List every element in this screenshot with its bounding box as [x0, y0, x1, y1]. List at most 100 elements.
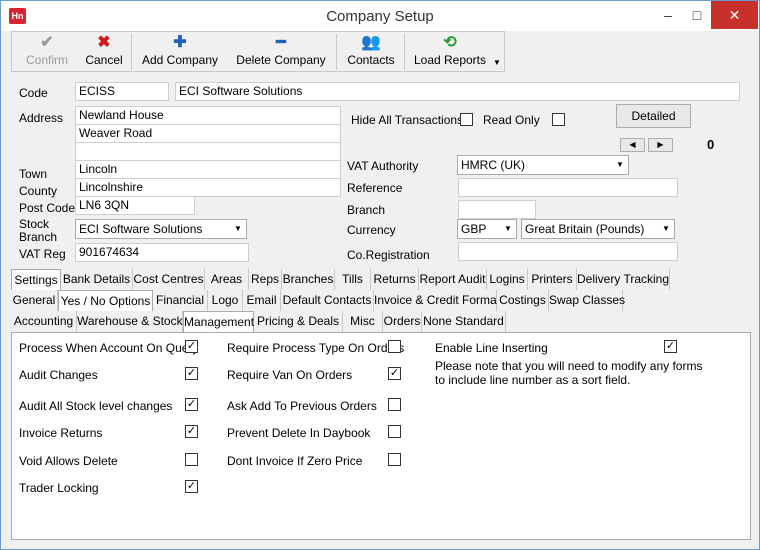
- toolbar-separator: [336, 34, 337, 70]
- tab-yes-no-options[interactable]: Yes / No Options: [58, 290, 153, 311]
- currency-name-select[interactable]: Great Britain (Pounds) ▼: [521, 219, 675, 239]
- option-label: Prevent Delete In Daybook: [227, 426, 371, 440]
- tab-misc[interactable]: Misc: [343, 311, 383, 332]
- chevron-down-icon: ▼: [504, 224, 512, 233]
- toolbar: ✔ Confirm ✖ Cancel ✚ Add Company ━ Delet…: [11, 31, 505, 72]
- hide-all-transactions-checkbox[interactable]: [460, 113, 473, 126]
- county-field[interactable]: Lincolnshire: [75, 178, 341, 197]
- tab-email[interactable]: Email: [243, 290, 281, 311]
- company-name-field[interactable]: ECI Software Solutions: [175, 82, 740, 101]
- load-reports-button[interactable]: ⟲ Load Reports: [408, 32, 492, 71]
- tab-costings[interactable]: Costings: [497, 290, 549, 311]
- tabs-row2: General Yes / No Options Financial Logo Emai…: [11, 290, 751, 311]
- record-counter: 0: [707, 137, 715, 152]
- tab-general[interactable]: General: [11, 290, 58, 311]
- tab-pricing-deals[interactable]: Pricing & Deals: [254, 311, 343, 332]
- tab-accounting[interactable]: Accounting: [11, 311, 77, 332]
- chevron-down-icon: ▼: [662, 224, 670, 233]
- tabs-row3: Accounting Warehouse & Stock Management Pri…: [11, 311, 751, 332]
- tab-tills[interactable]: Tills: [335, 269, 371, 290]
- confirm-button[interactable]: ✔ Confirm: [16, 32, 78, 71]
- tab-delivery-tracking[interactable]: Delivery Tracking: [577, 269, 670, 290]
- read-only-checkbox[interactable]: [552, 113, 565, 126]
- tab-bank-details[interactable]: Bank Details: [61, 269, 133, 290]
- option-label: Require Process Type On Orders: [227, 341, 405, 355]
- option-label: Invoice Returns: [19, 426, 103, 440]
- option-checkbox[interactable]: ✓: [185, 398, 198, 411]
- check-icon: ✔: [40, 34, 54, 51]
- delete-company-button[interactable]: ━ Delete Company: [228, 32, 334, 71]
- tab-report-audit[interactable]: Report Audit: [419, 269, 487, 290]
- reference-field[interactable]: [458, 178, 678, 197]
- option-label: Audit Changes: [19, 368, 98, 382]
- tab-invoice-credit-formats[interactable]: Invoice & Credit Formats: [374, 290, 506, 311]
- currency-label: Currency: [347, 223, 396, 237]
- x-icon: ✖: [97, 34, 111, 51]
- tab-financial[interactable]: Financial: [153, 290, 208, 311]
- tab-logins[interactable]: Logins: [487, 269, 528, 290]
- option-checkbox[interactable]: [388, 425, 401, 438]
- tab-returns[interactable]: Returns: [371, 269, 419, 290]
- read-only-label: Read Only: [483, 113, 540, 127]
- tab-cost-centres[interactable]: Cost Centres: [133, 269, 205, 290]
- tab-reps[interactable]: Reps: [249, 269, 282, 290]
- address-line1-field[interactable]: Newland House: [75, 106, 341, 125]
- vat-authority-select[interactable]: HMRC (UK) ▼: [457, 155, 629, 175]
- stock-branch-select[interactable]: ECI Software Solutions ▼: [75, 219, 247, 239]
- contacts-button[interactable]: 👥 Contacts: [340, 32, 402, 71]
- next-arrow-button[interactable]: ▶: [648, 138, 673, 152]
- option-checkbox[interactable]: [388, 453, 401, 466]
- county-label: County: [19, 184, 58, 198]
- prev-arrow-button[interactable]: ◀: [620, 138, 645, 152]
- option-checkbox[interactable]: [388, 398, 401, 411]
- option-checkbox[interactable]: ✓: [185, 480, 198, 493]
- tab-branches[interactable]: Branches: [282, 269, 335, 290]
- tab-logo[interactable]: Logo: [208, 290, 243, 311]
- close-button[interactable]: ✕: [711, 1, 758, 29]
- option-checkbox[interactable]: [185, 453, 198, 466]
- address-label: Address: [19, 111, 64, 125]
- option-checkbox[interactable]: [388, 340, 401, 353]
- town-label: Town: [19, 167, 48, 181]
- postcode-field[interactable]: LN6 3QN: [75, 196, 195, 215]
- tab-default-contacts[interactable]: Default Contacts: [281, 290, 374, 311]
- option-checkbox[interactable]: ✓: [388, 367, 401, 380]
- option-label: Ask Add To Previous Orders: [227, 399, 377, 413]
- tab-warehouse-stock[interactable]: Warehouse & Stock: [77, 311, 183, 332]
- option-label: Process When Account On Query: [19, 341, 199, 355]
- coreg-field[interactable]: [458, 242, 678, 261]
- cancel-button[interactable]: ✖ Cancel: [80, 32, 128, 71]
- code-field[interactable]: ECISS: [75, 82, 169, 101]
- tab-swap-classes[interactable]: Swap Classes: [549, 290, 625, 311]
- tab-orders[interactable]: Orders: [383, 311, 422, 332]
- branch-field[interactable]: [458, 200, 536, 219]
- vat-reg-label: VAT Reg: [19, 247, 66, 261]
- option-checkbox[interactable]: ✓: [185, 425, 198, 438]
- detailed-button[interactable]: Detailed: [616, 104, 691, 128]
- option-label: Audit All Stock level changes: [19, 399, 173, 413]
- dropdown-arrow-icon[interactable]: ▼: [493, 58, 501, 67]
- chevron-down-icon: ▼: [616, 160, 624, 169]
- tab-areas[interactable]: Areas: [205, 269, 249, 290]
- option-checkbox[interactable]: ✓: [185, 340, 198, 353]
- tab-printers[interactable]: Printers: [528, 269, 577, 290]
- address-line2-field[interactable]: Weaver Road: [75, 124, 341, 143]
- tab-management[interactable]: Management: [183, 311, 254, 332]
- coreg-label: Co.Registration: [347, 248, 430, 262]
- maximize-button[interactable]: □: [683, 1, 711, 29]
- branch-label: Branch: [347, 203, 386, 217]
- add-company-button[interactable]: ✚ Add Company: [136, 32, 224, 71]
- minimize-button[interactable]: –: [653, 1, 683, 29]
- town-field[interactable]: Lincoln: [75, 160, 341, 179]
- currency-code-select[interactable]: GBP ▼: [457, 219, 517, 239]
- vat-reg-field[interactable]: 901674634: [75, 243, 249, 262]
- option-label: Dont Invoice If Zero Price: [227, 454, 363, 468]
- enable-line-inserting-checkbox[interactable]: ✓: [664, 340, 677, 353]
- tab-settings[interactable]: Settings: [11, 269, 61, 290]
- option-checkbox[interactable]: ✓: [185, 367, 198, 380]
- address-line3-field[interactable]: [75, 142, 341, 161]
- toolbar-separator: [404, 34, 405, 70]
- tab-none-standard[interactable]: None Standard: [422, 311, 506, 332]
- tabs-row1: Settings Bank Details Cost Centres Areas Rep…: [11, 269, 751, 290]
- vat-authority-label: VAT Authority: [347, 159, 419, 173]
